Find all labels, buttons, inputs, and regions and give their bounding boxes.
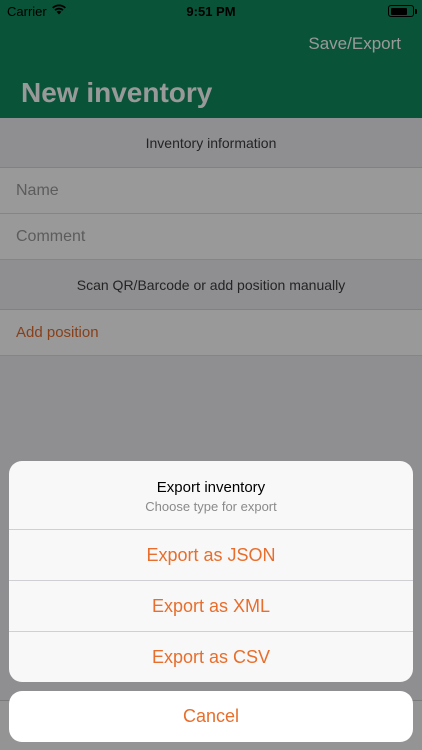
cancel-button[interactable]: Cancel	[9, 691, 413, 742]
action-sheet-subtitle: Choose type for export	[145, 499, 277, 514]
action-sheet-title: Export inventory	[156, 479, 266, 496]
export-json-button[interactable]: Export as JSON	[9, 530, 413, 581]
export-csv-button[interactable]: Export as CSV	[9, 632, 413, 682]
action-sheet-header: Export inventory Choose type for export	[9, 461, 413, 530]
export-xml-button[interactable]: Export as XML	[9, 581, 413, 632]
export-action-sheet: Export inventory Choose type for export …	[9, 461, 413, 682]
